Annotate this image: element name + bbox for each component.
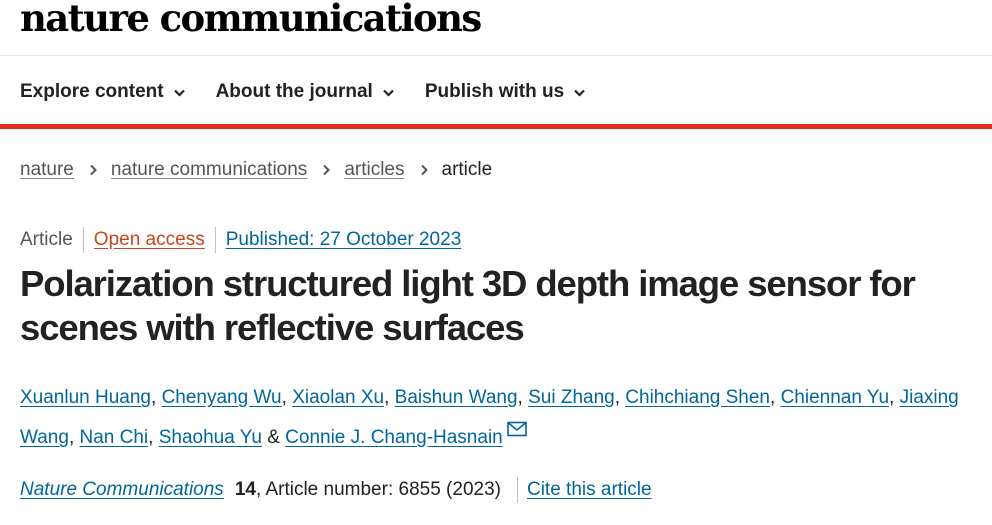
meta-divider: [82, 227, 84, 253]
header-divider: [0, 55, 992, 56]
breadcrumb: nature nature communications articles ar…: [20, 156, 492, 184]
citation-divider: [516, 477, 518, 503]
volume-number: 14: [234, 479, 256, 500]
author-separator: ,: [614, 387, 626, 408]
open-access-link[interactable]: Open access: [94, 229, 205, 251]
author-link[interactable]: Chihchiang Shen: [625, 387, 770, 408]
cite-article-link[interactable]: Cite this article: [527, 479, 652, 501]
article-title: Polarization structured light 3D depth i…: [20, 263, 916, 348]
chevron-down-icon: [573, 86, 586, 99]
author-separator: ,: [889, 387, 900, 408]
journal-logo[interactable]: nature communications: [20, 0, 482, 42]
nav-publish-with-us-label: Publish with us: [424, 81, 565, 102]
accent-bar: [0, 124, 992, 129]
author-link[interactable]: Nan Chi: [80, 427, 149, 448]
main-nav: Explore content About the journal Publis…: [20, 72, 616, 112]
nav-about-journal-label: About the journal: [215, 81, 373, 102]
author-list: Xuanlun Huang, Chenyang Wu, Xiaolan Xu, …: [20, 378, 980, 458]
meta-divider: [214, 227, 216, 253]
breadcrumb-link-articles[interactable]: articles: [344, 159, 404, 181]
chevron-right-icon: [88, 164, 98, 176]
breadcrumb-link-nature[interactable]: nature: [20, 159, 74, 181]
author-separator: ,: [281, 387, 293, 408]
author-link[interactable]: Chenyang Wu: [162, 387, 282, 408]
author-separator: ,: [148, 427, 159, 448]
nav-about-journal[interactable]: About the journal: [216, 81, 395, 103]
nav-publish-with-us[interactable]: Publish with us: [425, 81, 586, 103]
article-meta: Article Open access Published: 27 Octobe…: [20, 226, 461, 254]
author-link[interactable]: Sui Zhang: [528, 387, 615, 408]
chevron-right-icon: [321, 164, 331, 176]
author-link[interactable]: Chiennan Yu: [781, 387, 889, 408]
author-link[interactable]: Xuanlun Huang: [20, 387, 151, 408]
author-link[interactable]: Shaohua Yu: [159, 427, 262, 448]
author-link[interactable]: Xiaolan Xu: [292, 387, 384, 408]
author-separator: ,: [517, 387, 529, 408]
envelope-icon[interactable]: [506, 421, 527, 437]
chevron-down-icon: [173, 86, 186, 99]
author-link[interactable]: Baishun Wang: [395, 387, 518, 408]
nav-explore-content-label: Explore content: [20, 81, 164, 102]
author-separator: ,: [770, 387, 781, 408]
article-number: , Article number: 6855 (2023): [255, 479, 501, 500]
nav-explore-content[interactable]: Explore content: [20, 81, 186, 103]
breadcrumb-link-nature-communications[interactable]: nature communications: [111, 159, 307, 181]
citation-line: Nature Communications 14 , Article numbe…: [20, 476, 652, 504]
journal-link[interactable]: Nature Communications: [20, 479, 224, 501]
breadcrumb-current: article: [441, 159, 493, 180]
published-date-link[interactable]: Published: 27 October 2023: [226, 229, 462, 251]
author-separator: ,: [68, 427, 80, 448]
author-separator: ,: [151, 387, 162, 408]
author-separator: ,: [384, 387, 395, 408]
article-type: Article: [20, 229, 73, 250]
chevron-down-icon: [382, 86, 395, 99]
author-link[interactable]: Connie J. Chang-Hasnain: [285, 427, 503, 448]
author-ampersand: &: [261, 427, 286, 448]
chevron-right-icon: [419, 164, 429, 176]
